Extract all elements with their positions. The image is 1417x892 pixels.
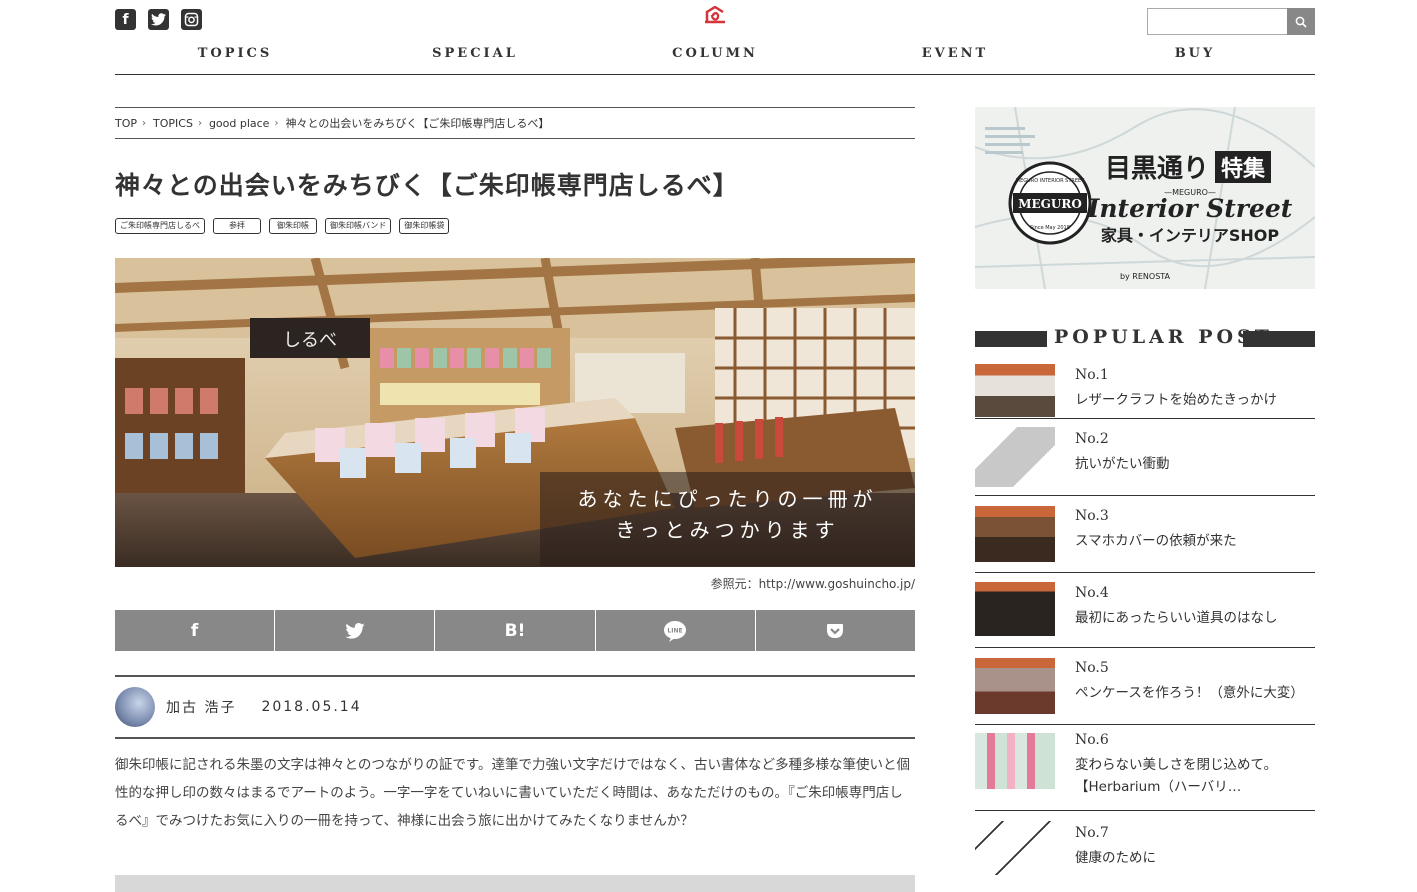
author-row: 加古 浩子 2018.05.14 bbox=[115, 675, 915, 739]
popular-post-heading: POPULAR POST bbox=[975, 326, 1315, 348]
nav-column[interactable]: COLUMN bbox=[595, 46, 835, 61]
author-name[interactable]: 加古 浩子 bbox=[166, 697, 236, 717]
post-title[interactable]: スマホカバーの依頼が来た bbox=[1075, 530, 1237, 552]
post-thumbnail[interactable] bbox=[975, 582, 1055, 636]
share-bar: f B! LINE bbox=[115, 610, 916, 651]
post-thumbnail[interactable] bbox=[975, 427, 1055, 487]
popular-post-item[interactable]: No.7 健康のために bbox=[975, 811, 1315, 886]
banner-graphic: MEGURO MEGURO INTERIOR STREET Since May … bbox=[975, 107, 1315, 289]
search-button[interactable] bbox=[1287, 8, 1315, 35]
post-rank: No.1 bbox=[1075, 367, 1109, 383]
nav-topics[interactable]: TOPICS bbox=[115, 46, 355, 61]
hero-image: しるべ あなたにぴったりの一冊が きっとみつかります bbox=[115, 258, 915, 567]
banner-title: 目黒通り bbox=[1105, 154, 1209, 184]
popular-post-item[interactable]: No.5 ペンケースを作ろう！（意外に大変） bbox=[975, 648, 1315, 725]
social-links: f bbox=[115, 9, 202, 30]
post-title[interactable]: 変わらない美しさを閉じ込めて。【Herbarium（ハーバリ… bbox=[1075, 754, 1290, 798]
facebook-icon[interactable]: f bbox=[115, 9, 136, 30]
banner-badge: 特集 bbox=[1221, 156, 1266, 182]
hero-shop-sign: しるべ bbox=[283, 330, 337, 351]
search-box bbox=[1147, 8, 1315, 35]
breadcrumb-good-place[interactable]: good place bbox=[209, 117, 270, 130]
post-title[interactable]: 抗いがたい衝動 bbox=[1075, 453, 1170, 475]
main-nav: TOPICS SPECIAL COLUMN EVENT BUY bbox=[115, 46, 1315, 61]
post-thumbnail[interactable] bbox=[975, 733, 1055, 789]
sidebar: MEGURO MEGURO INTERIOR STREET Since May … bbox=[975, 107, 1315, 886]
post-title[interactable]: 最初にあったらいい道具のはなし bbox=[1075, 607, 1278, 629]
popular-post-item[interactable]: No.1 レザークラフトを始めたきっかけ bbox=[975, 355, 1315, 419]
popular-post-list: No.1 レザークラフトを始めたきっかけ No.2 抗いがたい衝動 No.3 スマホカ… bbox=[975, 355, 1315, 886]
post-rank: No.2 bbox=[1075, 431, 1109, 447]
hero-caption-line2: きっとみつかります bbox=[615, 518, 840, 542]
nav-buy[interactable]: BUY bbox=[1075, 46, 1315, 61]
next-section-block bbox=[115, 875, 915, 892]
article-intro: 御朱印帳に記される朱墨の文字は神々とのつながりの証です。達筆で力強い文字だけでは… bbox=[115, 757, 911, 829]
post-rank: No.3 bbox=[1075, 508, 1109, 524]
tag[interactable]: 御朱印帳バンド bbox=[325, 218, 392, 234]
post-rank: No.5 bbox=[1075, 660, 1109, 676]
banner-seal-top: MEGURO INTERIOR STREET bbox=[1016, 178, 1085, 184]
post-thumbnail[interactable] bbox=[975, 658, 1055, 714]
avatar[interactable] bbox=[115, 687, 155, 727]
popular-post-title: POPULAR POST bbox=[1054, 326, 1273, 348]
post-rank: No.4 bbox=[1075, 585, 1109, 601]
share-hatena-button[interactable]: B! bbox=[435, 610, 596, 651]
post-rank: No.6 bbox=[1075, 732, 1109, 748]
banner-line3: 家具・インテリアSHOP bbox=[1101, 226, 1280, 245]
twitter-icon bbox=[345, 622, 365, 639]
line-icon: LINE bbox=[664, 620, 687, 642]
instagram-icon[interactable] bbox=[181, 9, 202, 30]
feature-banner[interactable]: MEGURO MEGURO INTERIOR STREET Since May … bbox=[975, 107, 1315, 289]
popular-post-item[interactable]: No.6 変わらない美しさを閉じ込めて。【Herbarium（ハーバリ… bbox=[975, 725, 1315, 811]
post-date: 2018.05.14 bbox=[261, 699, 362, 715]
post-title[interactable]: レザークラフトを始めたきっかけ bbox=[1075, 389, 1277, 411]
breadcrumb-top[interactable]: TOP bbox=[115, 117, 137, 130]
article-main: TOP › TOPICS › good place › 神々との出会いをみちびく【ご朱… bbox=[115, 107, 916, 892]
popular-post-item[interactable]: No.2 抗いがたい衝動 bbox=[975, 419, 1315, 496]
post-thumbnail[interactable] bbox=[975, 506, 1055, 562]
post-thumbnail[interactable] bbox=[975, 364, 1055, 417]
image-source[interactable]: 参照元：http://www.goshuincho.jp/ bbox=[115, 575, 915, 592]
search-icon bbox=[1295, 16, 1307, 28]
search-input[interactable] bbox=[1147, 8, 1287, 35]
post-title[interactable]: ペンケースを作ろう！（意外に大変） bbox=[1075, 682, 1304, 704]
chevron-right-icon: › bbox=[197, 117, 202, 129]
post-thumbnail[interactable] bbox=[975, 821, 1055, 875]
article-title: 神々との出会いをみちびく【ご朱印帳専門店しるべ】 bbox=[115, 171, 739, 200]
tag[interactable]: 御朱印帳 bbox=[269, 218, 317, 234]
banner-seal-center: MEGURO bbox=[1018, 197, 1082, 211]
breadcrumb-topics[interactable]: TOPICS bbox=[153, 117, 193, 130]
nav-special[interactable]: SPECIAL bbox=[355, 46, 595, 61]
tag-list: ご朱印帳専門店しるべ 参拝 御朱印帳 御朱印帳バンド 御朱印帳袋 bbox=[115, 218, 915, 234]
svg-text:LINE: LINE bbox=[668, 627, 683, 634]
nav-event[interactable]: EVENT bbox=[835, 46, 1075, 61]
banner-script: Interior Street bbox=[1087, 194, 1293, 223]
banner-seal-bottom: Since May 2018 bbox=[1030, 225, 1070, 231]
share-line-button[interactable]: LINE bbox=[595, 610, 756, 651]
popular-post-item[interactable]: No.3 スマホカバーの依頼が来た bbox=[975, 496, 1315, 573]
share-pocket-button[interactable] bbox=[755, 610, 916, 651]
facebook-icon: f bbox=[190, 620, 199, 641]
chevron-right-icon: › bbox=[142, 117, 147, 129]
share-facebook-button[interactable]: f bbox=[115, 610, 276, 651]
tag[interactable]: ご朱印帳専門店しるべ bbox=[115, 218, 205, 234]
pocket-icon bbox=[827, 623, 844, 638]
post-rank: No.7 bbox=[1075, 825, 1109, 841]
tag[interactable]: 御朱印帳袋 bbox=[399, 218, 450, 234]
site-logo-icon[interactable] bbox=[704, 6, 726, 24]
tag[interactable]: 参拝 bbox=[213, 218, 261, 234]
popular-post-item[interactable]: No.4 最初にあったらいい道具のはなし bbox=[975, 573, 1315, 648]
breadcrumb: TOP › TOPICS › good place › 神々との出会いをみちびく【ご朱… bbox=[115, 107, 915, 139]
chevron-right-icon: › bbox=[274, 117, 279, 129]
hero-caption: あなたにぴったりの一冊が きっとみつかります bbox=[540, 472, 915, 566]
banner-by: by RENOSTA bbox=[1120, 272, 1171, 281]
breadcrumb-current: 神々との出会いをみちびく【ご朱印帳専門店しるべ】 bbox=[285, 117, 550, 130]
post-title[interactable]: 健康のために bbox=[1075, 847, 1156, 869]
share-twitter-button[interactable] bbox=[275, 610, 436, 651]
twitter-icon[interactable] bbox=[148, 9, 169, 30]
hatena-bookmark-icon: B! bbox=[504, 620, 526, 641]
hero-caption-line1: あなたにぴったりの一冊が bbox=[577, 487, 878, 511]
site-header: f TOPICS SPECIAL COLUMN EVENT BUY bbox=[115, 0, 1315, 75]
